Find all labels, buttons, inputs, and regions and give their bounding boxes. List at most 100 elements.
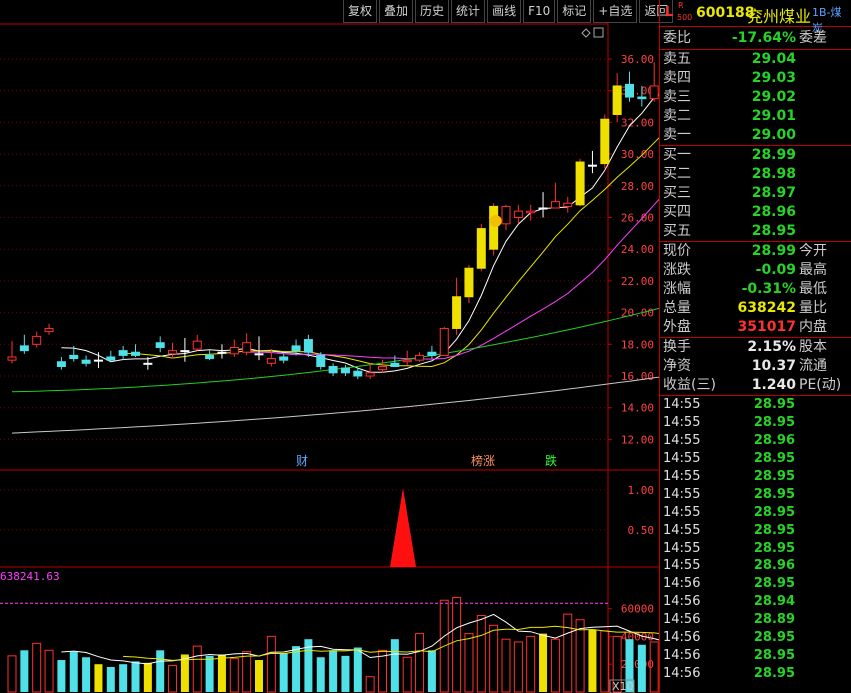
- stock-name: 兖州煤业: [747, 7, 812, 26]
- bid-label: 买五: [663, 223, 691, 239]
- volume-bar: [32, 642, 42, 693]
- ask-price: 29.01: [751, 108, 796, 124]
- event-marker: 财: [296, 454, 308, 468]
- toolbar-button[interactable]: 叠加: [379, 0, 414, 23]
- candle-body: [452, 296, 462, 329]
- ask-row: 卖一 29.00: [660, 126, 851, 145]
- volume-bar: [156, 650, 165, 692]
- stat-row: 收益(三) 1.240 PE(动): [660, 376, 851, 395]
- volume-bar: [513, 641, 523, 693]
- volume-bar: [550, 638, 560, 693]
- candle-body: [328, 365, 338, 374]
- volume-bar: [526, 635, 536, 693]
- candle-body: [118, 350, 128, 356]
- candle-body: [81, 359, 91, 364]
- candle-body: [217, 351, 227, 354]
- candle-body: [340, 367, 350, 374]
- stock-code: 600188: [696, 5, 755, 21]
- tick-time: 14:55: [663, 414, 701, 430]
- order-ratio-value: -17.64%: [731, 30, 796, 46]
- tick-row: 14:55 28.95: [660, 396, 851, 414]
- bid-price: 28.98: [751, 166, 796, 182]
- candle-body: [44, 327, 54, 333]
- volume-bar: [242, 651, 252, 693]
- candle-body: [415, 354, 425, 361]
- stat-row: 外盘 351017 内盘: [660, 318, 851, 337]
- ask-row: 卖三 29.02: [660, 88, 851, 107]
- volume-bar: [94, 664, 103, 692]
- stat-label: 涨幅: [663, 281, 691, 297]
- toolbar-button[interactable]: F10: [523, 0, 556, 23]
- tick-time: 14:55: [663, 397, 701, 412]
- price-tick-label: 20.00: [621, 307, 654, 320]
- candle-body: [427, 351, 437, 356]
- order-diff-label: 委差: [799, 30, 827, 46]
- stat-label: 净资: [663, 358, 691, 374]
- tick-time: 14:55: [663, 540, 701, 556]
- candle-body: [205, 354, 215, 360]
- tick-row: 14:55 28.95: [660, 486, 851, 504]
- stat-row: 现价 28.99 今开: [660, 242, 851, 261]
- toolbar-button[interactable]: 统计: [451, 0, 486, 23]
- price-tick-label: 28.00: [621, 180, 654, 193]
- candle-body: [180, 350, 190, 353]
- tick-time: 14:56: [663, 666, 701, 682]
- toolbar-button[interactable]: +自选: [593, 0, 638, 23]
- volume-bar: [292, 646, 301, 692]
- candle-body: [168, 350, 178, 355]
- tick-price: 28.95: [753, 630, 795, 646]
- tick-price: 28.95: [753, 648, 795, 664]
- volume-bar: [205, 655, 214, 692]
- toolbar-button[interactable]: 复权: [343, 0, 378, 23]
- bid-price: 28.99: [751, 147, 796, 163]
- volume-bar: [588, 629, 597, 692]
- stat-value: 2.15%: [747, 339, 796, 355]
- stat-row: 净资 10.37 流通: [660, 357, 851, 376]
- volume-bar: [20, 650, 29, 692]
- volume-bar: [427, 650, 436, 692]
- toolbar-button[interactable]: 画线: [487, 0, 522, 23]
- candlestick-chart[interactable]: 36.0034.0032.0030.0028.0026.0024.0022.00…: [0, 0, 659, 693]
- volume-bar: [353, 647, 362, 692]
- ask-label: 卖四: [663, 70, 691, 86]
- tick-price: 28.95: [753, 576, 795, 592]
- stat-right-label: 最低: [799, 281, 827, 297]
- candle-body: [390, 362, 400, 367]
- stat-row: 涨跌 -0.09 最高: [660, 261, 851, 280]
- chart-toolbar: 复权 叠加 历史 统计 画线 F10 标记 +自选 返回: [343, 0, 675, 24]
- candle-body: [56, 361, 66, 367]
- volume-bar: [119, 664, 128, 692]
- tick-row: 14:55 28.95: [660, 468, 851, 486]
- stat-label: 现价: [663, 243, 691, 259]
- ask-price: 29.03: [751, 70, 796, 86]
- tick-row: 14:55 28.95: [660, 504, 851, 522]
- tick-time: 14:56: [663, 576, 701, 592]
- stat-label: 收益(三): [663, 377, 716, 393]
- volume-bar: [168, 665, 178, 693]
- tick-price: 28.95: [753, 486, 795, 502]
- stat-right-label: PE(动): [799, 377, 842, 393]
- bid-row: 买三 28.97: [660, 184, 851, 203]
- r-badge: R: [678, 1, 684, 10]
- candle-body: [563, 202, 573, 207]
- tick-price: 28.95: [753, 504, 795, 520]
- tick-list[interactable]: 14:55 28.95 14:55 28.95 14:55 28.96 14:55 28.95…: [660, 396, 851, 683]
- candle-body: [279, 356, 289, 361]
- toolbar-button[interactable]: 历史: [415, 0, 450, 23]
- bid-price: 28.96: [751, 204, 796, 220]
- tick-row: 14:56 28.89: [660, 611, 851, 629]
- volume-bar: [464, 633, 474, 693]
- tick-row: 14:55 28.96: [660, 432, 851, 450]
- level-badge: L: [665, 5, 674, 20]
- stat-right-label: 量比: [799, 300, 827, 316]
- volume-bar: [57, 660, 66, 692]
- stat-label: 换手: [663, 339, 691, 355]
- bid-label: 买二: [663, 166, 691, 182]
- candle-body: [501, 205, 511, 225]
- candle-body: [538, 207, 548, 210]
- candle-body: [192, 340, 202, 350]
- tick-time: 14:56: [663, 594, 701, 610]
- toolbar-button[interactable]: 标记: [557, 0, 592, 23]
- stat-right-label: 流通: [799, 358, 827, 374]
- tick-time: 14:55: [663, 486, 701, 502]
